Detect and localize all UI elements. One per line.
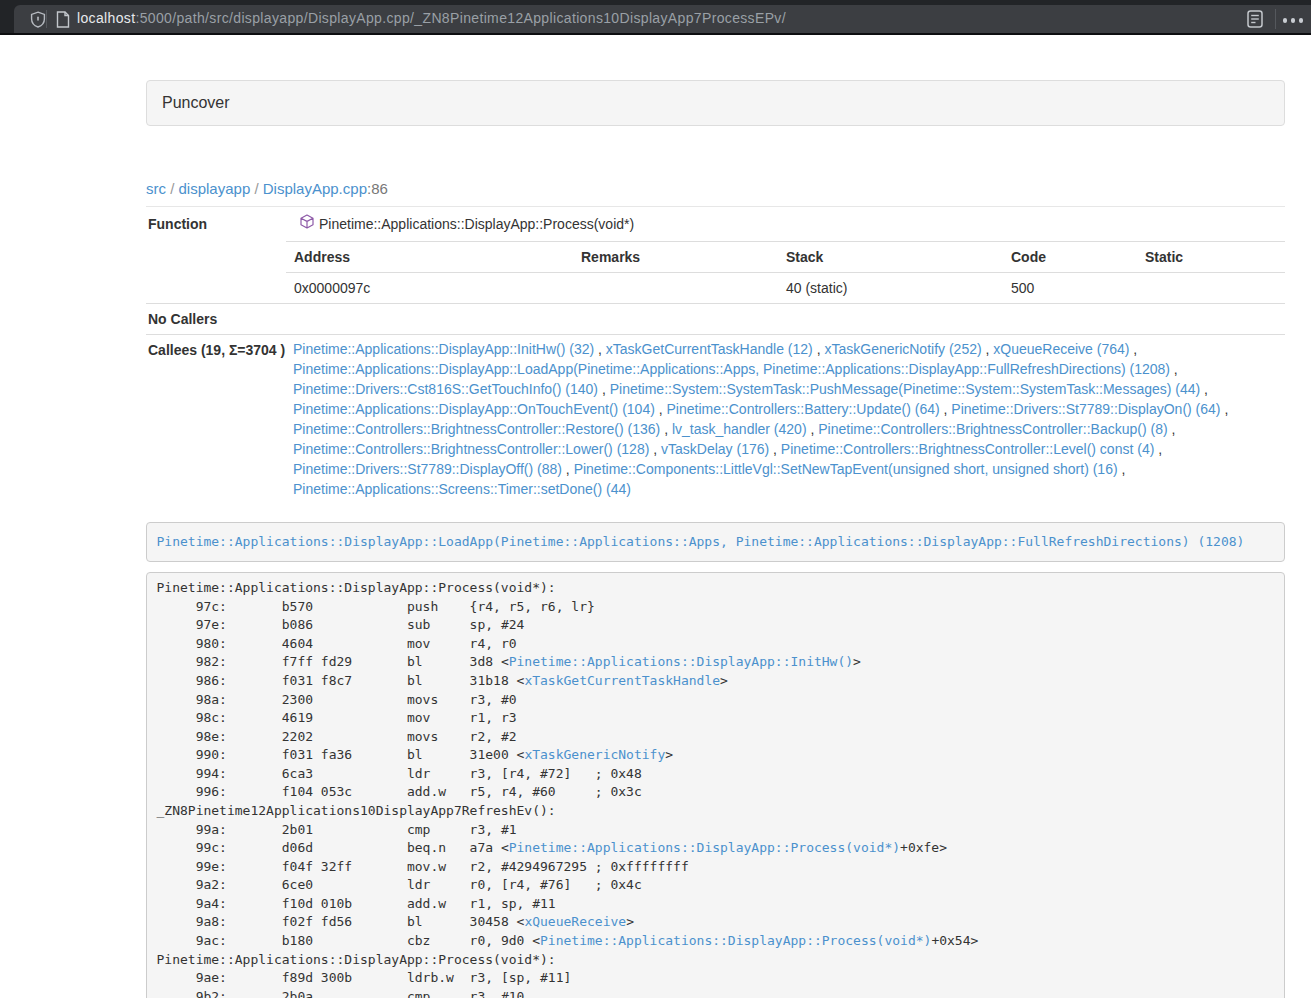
loadapp-link[interactable]: Pinetime::Applications::DisplayApp::Load…: [157, 534, 1245, 549]
urlbar-separator-right: [1275, 9, 1276, 29]
callees-label: Callees (19, Σ=3704 ): [146, 335, 286, 507]
function-symbol: Pinetime::Applications::DisplayApp::Proc…: [319, 214, 634, 234]
url-path: :5000/path/src/displayapp/DisplayApp.cpp…: [135, 10, 786, 26]
code-symbol-link[interactable]: xQueueReceive: [524, 914, 626, 929]
function-detail-table: Address Remarks Stack Code Static 0x0000…: [286, 241, 1285, 303]
callee-line: Pinetime::Drivers::Cst816S::GetTouchInfo…: [293, 379, 1285, 399]
callee-link[interactable]: Pinetime::Applications::Screens::Timer::…: [293, 481, 631, 497]
callee-link[interactable]: Pinetime::Controllers::BrightnessControl…: [781, 441, 1154, 457]
no-callers-label: No Callers: [146, 304, 286, 334]
url-text[interactable]: localhost:5000/path/src/displayapp/Displ…: [77, 10, 786, 26]
callee-link[interactable]: Pinetime::Drivers::St7789::DisplayOn() (…: [951, 401, 1220, 417]
callees-row: Callees (19, Σ=3704 ) Pinetime::Applicat…: [146, 334, 1285, 507]
breadcrumb-link-displayapp[interactable]: displayapp: [179, 180, 251, 197]
callee-line: Pinetime::Drivers::St7789::DisplayOff() …: [293, 459, 1285, 479]
breadcrumb: src / displayapp / DisplayApp.cpp:86: [146, 180, 1285, 207]
callee-link[interactable]: Pinetime::Controllers::BrightnessControl…: [293, 441, 649, 457]
url-bar[interactable]: localhost:5000/path/src/displayapp/Displ…: [14, 5, 1311, 33]
callee-link[interactable]: xTaskGetCurrentTaskHandle (12): [606, 341, 813, 357]
disassembly-block: Pinetime::Applications::DisplayApp::Proc…: [146, 572, 1285, 998]
callee-link[interactable]: Pinetime::Drivers::Cst816S::GetTouchInfo…: [293, 381, 598, 397]
callee-line: Pinetime::Controllers::BrightnessControl…: [293, 419, 1285, 439]
page-title: Puncover: [162, 94, 230, 111]
code-symbol-link[interactable]: xTaskGenericNotify: [524, 747, 665, 762]
callee-link[interactable]: Pinetime::Drivers::St7789::DisplayOff() …: [293, 461, 562, 477]
callee-link[interactable]: Pinetime::Applications::DisplayApp::OnTo…: [293, 401, 655, 417]
cube-icon: [300, 214, 314, 234]
detail-data-row: 0x0000097c 40 (static) 500: [286, 272, 1285, 303]
function-symbol-line: Pinetime::Applications::DisplayApp::Proc…: [286, 207, 1285, 241]
code-symbol-link[interactable]: Pinetime::Applications::DisplayApp::Proc…: [509, 840, 900, 855]
callee-link[interactable]: vTaskDelay (176): [661, 441, 769, 457]
callee-line: Pinetime::Applications::Screens::Timer::…: [293, 479, 1285, 499]
callee-link[interactable]: Pinetime::Components::LittleVgl::SetNewT…: [574, 461, 1118, 477]
callee-line: Pinetime::Controllers::BrightnessControl…: [293, 439, 1285, 459]
cell-address: 0x0000097c: [286, 273, 573, 303]
callee-link[interactable]: Pinetime::System::SystemTask::PushMessag…: [610, 381, 1201, 397]
overflow-menu-icon[interactable]: [1283, 18, 1304, 23]
function-label: Function: [146, 207, 286, 303]
header-code: Code: [1003, 242, 1137, 272]
callee-link[interactable]: Pinetime::Controllers::BrightnessControl…: [818, 421, 1167, 437]
function-row: Function Pinetime::Applications::Display…: [146, 207, 1285, 303]
callee-line: Pinetime::Applications::DisplayApp::OnTo…: [293, 399, 1285, 419]
callee-link[interactable]: lv_task_handler (420): [672, 421, 807, 437]
header-stack: Stack: [778, 242, 1003, 272]
code-symbol-link[interactable]: Pinetime::Applications::DisplayApp::Proc…: [540, 933, 931, 948]
cell-remarks: [573, 273, 778, 303]
callee-link[interactable]: xTaskGenericNotify (252): [824, 341, 981, 357]
breadcrumb-line-number: :86: [367, 180, 388, 197]
header-address: Address: [286, 242, 573, 272]
url-host: localhost: [77, 10, 135, 26]
loadapp-panel: Pinetime::Applications::DisplayApp::Load…: [146, 522, 1285, 562]
page-icon[interactable]: [56, 11, 70, 32]
cell-code: 500: [1003, 273, 1137, 303]
header-remarks: Remarks: [573, 242, 778, 272]
breadcrumb-separator: /: [170, 180, 174, 197]
urlbar-separator-left: [46, 10, 47, 28]
cell-stack: 40 (static): [778, 273, 1003, 303]
code-symbol-link[interactable]: xTaskGetCurrentTaskHandle: [524, 673, 720, 688]
function-info-table: Function Pinetime::Applications::Display…: [146, 207, 1285, 507]
callee-link[interactable]: Pinetime::Applications::DisplayApp::Load…: [293, 361, 1170, 377]
callees-list: Pinetime::Applications::DisplayApp::Init…: [286, 335, 1285, 507]
callee-link[interactable]: Pinetime::Controllers::BrightnessControl…: [293, 421, 660, 437]
code-symbol-link[interactable]: Pinetime::Applications::DisplayApp::Init…: [509, 654, 853, 669]
breadcrumb-link-file[interactable]: DisplayApp.cpp: [263, 180, 367, 197]
callee-line: Pinetime::Applications::DisplayApp::Init…: [293, 339, 1285, 359]
browser-toolbar: localhost:5000/path/src/displayapp/Displ…: [0, 0, 1311, 33]
reader-mode-icon[interactable]: [1247, 10, 1263, 32]
app-title-panel: Puncover: [146, 80, 1285, 126]
header-static: Static: [1137, 242, 1285, 272]
breadcrumb-link-src[interactable]: src: [146, 180, 166, 197]
callee-link[interactable]: Pinetime::Controllers::Battery::Update()…: [667, 401, 940, 417]
callee-link[interactable]: xQueueReceive (764): [993, 341, 1129, 357]
callee-line: Pinetime::Applications::DisplayApp::Load…: [293, 359, 1285, 379]
cell-static: [1137, 273, 1285, 303]
detail-header-row: Address Remarks Stack Code Static: [286, 241, 1285, 272]
callee-link[interactable]: Pinetime::Applications::DisplayApp::Init…: [293, 341, 594, 357]
no-callers-row: No Callers: [146, 303, 1285, 334]
breadcrumb-separator: /: [254, 180, 258, 197]
shield-icon[interactable]: [30, 11, 46, 32]
chrome-page-divider: [0, 33, 1311, 35]
